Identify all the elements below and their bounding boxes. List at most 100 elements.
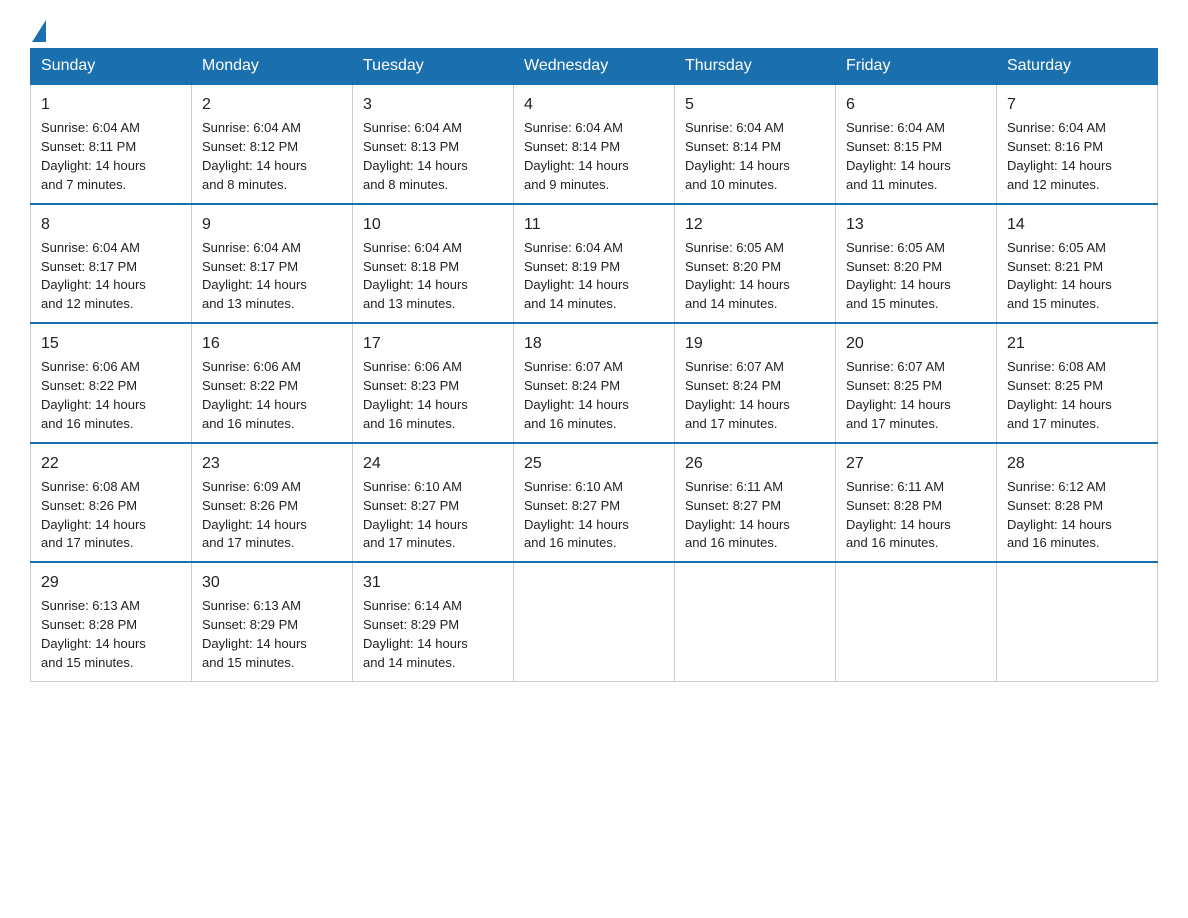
day-number: 22 (41, 452, 181, 475)
calendar-cell: 3 Sunrise: 6:04 AMSunset: 8:13 PMDaylight… (353, 84, 514, 204)
day-info: Sunrise: 6:06 AMSunset: 8:22 PMDaylight:… (41, 358, 181, 433)
calendar-cell: 26Sunrise: 6:11 AMSunset: 8:27 PMDayligh… (675, 443, 836, 563)
day-info: Sunrise: 6:13 AMSunset: 8:29 PMDaylight:… (202, 597, 342, 672)
day-info: Sunrise: 6:04 AMSunset: 8:19 PMDaylight:… (524, 239, 664, 314)
day-info: Sunrise: 6:14 AMSunset: 8:29 PMDaylight:… (363, 597, 503, 672)
calendar-cell: 25Sunrise: 6:10 AMSunset: 8:27 PMDayligh… (514, 443, 675, 563)
calendar-week-row-2: 8 Sunrise: 6:04 AMSunset: 8:17 PMDaylight… (31, 204, 1158, 324)
day-number: 30 (202, 571, 342, 594)
calendar-header-tuesday: Tuesday (353, 49, 514, 85)
calendar-week-row-1: 1 Sunrise: 6:04 AMSunset: 8:11 PMDaylight… (31, 84, 1158, 204)
calendar-cell: 29 Sunrise: 6:13 AMSunset: 8:28 PMDayligh… (31, 562, 192, 681)
calendar-cell: 23 Sunrise: 6:09 AMSunset: 8:26 PMDayligh… (192, 443, 353, 563)
logo (30, 20, 48, 38)
day-info: Sunrise: 6:04 AMSunset: 8:14 PMDaylight:… (685, 119, 825, 194)
day-info: Sunrise: 6:07 AMSunset: 8:24 PMDaylight:… (524, 358, 664, 433)
calendar-cell: 11 Sunrise: 6:04 AMSunset: 8:19 PMDayligh… (514, 204, 675, 324)
day-number: 15 (41, 332, 181, 355)
calendar-cell: 31 Sunrise: 6:14 AMSunset: 8:29 PMDayligh… (353, 562, 514, 681)
day-info: Sunrise: 6:09 AMSunset: 8:26 PMDaylight:… (202, 478, 342, 553)
day-number: 29 (41, 571, 181, 594)
calendar-header-saturday: Saturday (997, 49, 1158, 85)
day-info: Sunrise: 6:06 AMSunset: 8:22 PMDaylight:… (202, 358, 342, 433)
calendar-cell: 12 Sunrise: 6:05 AMSunset: 8:20 PMDayligh… (675, 204, 836, 324)
logo-triangle-icon (32, 20, 46, 42)
day-number: 8 (41, 213, 181, 236)
calendar-header-thursday: Thursday (675, 49, 836, 85)
calendar-cell: 9 Sunrise: 6:04 AMSunset: 8:17 PMDaylight… (192, 204, 353, 324)
day-number: 26 (685, 452, 825, 475)
calendar-cell: 17 Sunrise: 6:06 AMSunset: 8:23 PMDayligh… (353, 323, 514, 443)
day-number: 7 (1007, 93, 1147, 116)
day-info: Sunrise: 6:06 AMSunset: 8:23 PMDaylight:… (363, 358, 503, 433)
day-info: Sunrise: 6:13 AMSunset: 8:28 PMDaylight:… (41, 597, 181, 672)
day-info: Sunrise: 6:04 AMSunset: 8:16 PMDaylight:… (1007, 119, 1147, 194)
day-number: 27 (846, 452, 986, 475)
day-number: 5 (685, 93, 825, 116)
calendar-header-sunday: Sunday (31, 49, 192, 85)
day-info: Sunrise: 6:04 AMSunset: 8:15 PMDaylight:… (846, 119, 986, 194)
day-info: Sunrise: 6:11 AMSunset: 8:28 PMDaylight:… (846, 478, 986, 553)
day-number: 24 (363, 452, 503, 475)
calendar-cell: 14 Sunrise: 6:05 AMSunset: 8:21 PMDayligh… (997, 204, 1158, 324)
calendar-cell: 28 Sunrise: 6:12 AMSunset: 8:28 PMDayligh… (997, 443, 1158, 563)
calendar-table: SundayMondayTuesdayWednesdayThursdayFrid… (30, 48, 1158, 682)
day-number: 4 (524, 93, 664, 116)
calendar-cell: 30 Sunrise: 6:13 AMSunset: 8:29 PMDayligh… (192, 562, 353, 681)
calendar-cell: 27 Sunrise: 6:11 AMSunset: 8:28 PMDayligh… (836, 443, 997, 563)
day-number: 23 (202, 452, 342, 475)
calendar-cell: 10 Sunrise: 6:04 AMSunset: 8:18 PMDayligh… (353, 204, 514, 324)
day-number: 19 (685, 332, 825, 355)
day-info: Sunrise: 6:10 AMSunset: 8:27 PMDaylight:… (363, 478, 503, 553)
calendar-cell (675, 562, 836, 681)
calendar-cell: 2 Sunrise: 6:04 AMSunset: 8:12 PMDaylight… (192, 84, 353, 204)
day-info: Sunrise: 6:10 AMSunset: 8:27 PMDaylight:… (524, 478, 664, 553)
calendar-cell: 24 Sunrise: 6:10 AMSunset: 8:27 PMDayligh… (353, 443, 514, 563)
day-info: Sunrise: 6:04 AMSunset: 8:13 PMDaylight:… (363, 119, 503, 194)
day-info: Sunrise: 6:08 AMSunset: 8:25 PMDaylight:… (1007, 358, 1147, 433)
day-number: 18 (524, 332, 664, 355)
day-number: 14 (1007, 213, 1147, 236)
day-number: 2 (202, 93, 342, 116)
calendar-cell: 5 Sunrise: 6:04 AMSunset: 8:14 PMDaylight… (675, 84, 836, 204)
calendar-week-row-3: 15 Sunrise: 6:06 AMSunset: 8:22 PMDayligh… (31, 323, 1158, 443)
day-info: Sunrise: 6:04 AMSunset: 8:18 PMDaylight:… (363, 239, 503, 314)
day-number: 21 (1007, 332, 1147, 355)
calendar-header-monday: Monday (192, 49, 353, 85)
day-number: 28 (1007, 452, 1147, 475)
day-info: Sunrise: 6:04 AMSunset: 8:17 PMDaylight:… (41, 239, 181, 314)
day-number: 16 (202, 332, 342, 355)
day-number: 12 (685, 213, 825, 236)
day-number: 13 (846, 213, 986, 236)
calendar-cell: 20Sunrise: 6:07 AMSunset: 8:25 PMDayligh… (836, 323, 997, 443)
day-info: Sunrise: 6:04 AMSunset: 8:17 PMDaylight:… (202, 239, 342, 314)
day-number: 9 (202, 213, 342, 236)
calendar-cell: 21 Sunrise: 6:08 AMSunset: 8:25 PMDayligh… (997, 323, 1158, 443)
page-header (30, 20, 1158, 38)
calendar-cell: 7 Sunrise: 6:04 AMSunset: 8:16 PMDaylight… (997, 84, 1158, 204)
day-info: Sunrise: 6:05 AMSunset: 8:20 PMDaylight:… (685, 239, 825, 314)
day-info: Sunrise: 6:12 AMSunset: 8:28 PMDaylight:… (1007, 478, 1147, 553)
calendar-cell: 4 Sunrise: 6:04 AMSunset: 8:14 PMDaylight… (514, 84, 675, 204)
calendar-cell: 1 Sunrise: 6:04 AMSunset: 8:11 PMDaylight… (31, 84, 192, 204)
calendar-week-row-5: 29 Sunrise: 6:13 AMSunset: 8:28 PMDayligh… (31, 562, 1158, 681)
day-number: 3 (363, 93, 503, 116)
calendar-cell: 22Sunrise: 6:08 AMSunset: 8:26 PMDayligh… (31, 443, 192, 563)
day-number: 10 (363, 213, 503, 236)
calendar-header-friday: Friday (836, 49, 997, 85)
day-number: 20 (846, 332, 986, 355)
calendar-header-row: SundayMondayTuesdayWednesdayThursdayFrid… (31, 49, 1158, 85)
day-number: 11 (524, 213, 664, 236)
day-number: 1 (41, 93, 181, 116)
day-info: Sunrise: 6:04 AMSunset: 8:14 PMDaylight:… (524, 119, 664, 194)
day-info: Sunrise: 6:04 AMSunset: 8:11 PMDaylight:… (41, 119, 181, 194)
day-info: Sunrise: 6:07 AMSunset: 8:24 PMDaylight:… (685, 358, 825, 433)
day-info: Sunrise: 6:04 AMSunset: 8:12 PMDaylight:… (202, 119, 342, 194)
day-number: 31 (363, 571, 503, 594)
calendar-cell: 6 Sunrise: 6:04 AMSunset: 8:15 PMDaylight… (836, 84, 997, 204)
day-info: Sunrise: 6:05 AMSunset: 8:20 PMDaylight:… (846, 239, 986, 314)
day-number: 6 (846, 93, 986, 116)
day-info: Sunrise: 6:05 AMSunset: 8:21 PMDaylight:… (1007, 239, 1147, 314)
calendar-header-wednesday: Wednesday (514, 49, 675, 85)
day-number: 17 (363, 332, 503, 355)
